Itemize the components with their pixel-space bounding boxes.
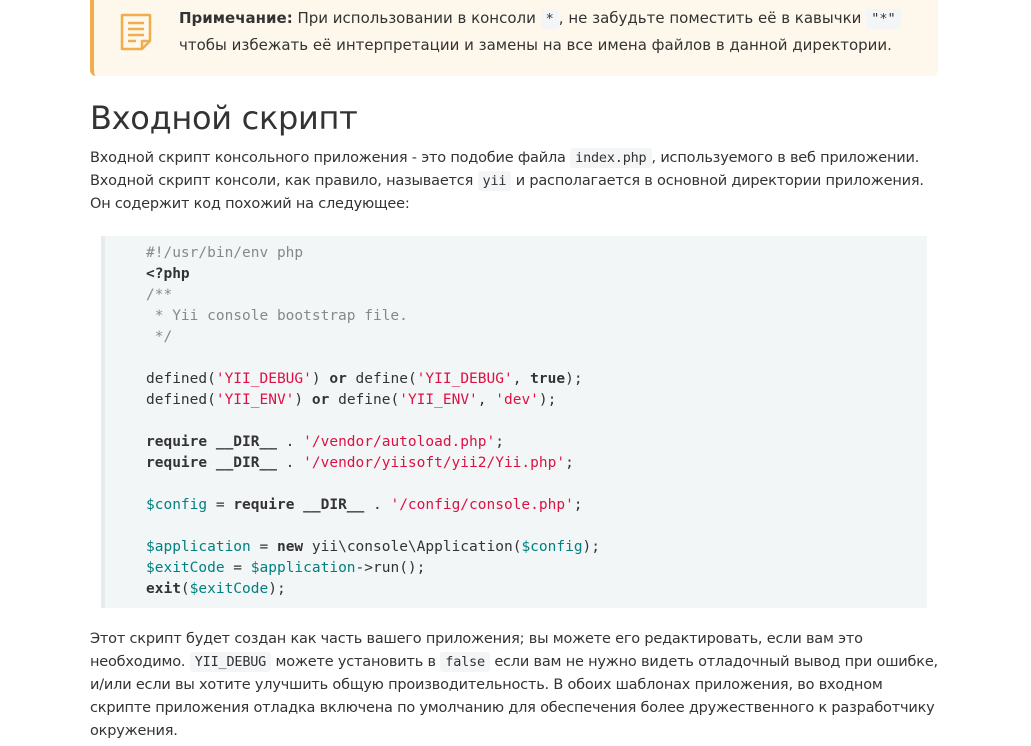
code-define-2: define: [338, 392, 391, 408]
code-str-yii-debug-2: 'YII_DEBUG': [416, 371, 513, 387]
code-require: require: [146, 434, 208, 450]
page: Примечание: При использовании в консоли …: [0, 0, 1031, 746]
code-define: define: [355, 371, 408, 387]
note-box: Примечание: При использовании в консоли …: [90, 0, 938, 76]
outro-code-false: false: [440, 652, 490, 672]
code-php-open: <?php: [146, 266, 190, 282]
code-str-autoload: '/vendor/autoload.php': [303, 434, 496, 450]
code-var-config-2: $config: [521, 539, 583, 555]
code-comment-start: /**: [146, 287, 173, 303]
code-true: true: [530, 371, 566, 387]
code-new: new: [276, 539, 304, 555]
note-text-after: чтобы избежать её интерпретации и замены…: [179, 36, 892, 54]
note-text: Примечание: При использовании в консоли …: [179, 5, 919, 58]
note-text-before: При использовании в консоли: [292, 9, 541, 27]
code-comment-body: * Yii console bootstrap file.: [146, 308, 408, 324]
code-block[interactable]: #!/usr/bin/env php <?php /** * Yii conso…: [101, 236, 927, 608]
code-require-3: require: [233, 497, 295, 513]
code-var-application: $application: [146, 539, 251, 555]
code-str-yii-debug: 'YII_DEBUG': [215, 371, 312, 387]
note-icon: [120, 13, 152, 51]
note-code-star: *: [540, 9, 559, 29]
code-content: #!/usr/bin/env php <?php /** * Yii conso…: [146, 245, 601, 597]
code-var-exitcode-2: $exitCode: [189, 581, 269, 597]
intro-paragraph: Входной скрипт консольного приложения - …: [90, 147, 940, 216]
code-var-exitcode: $exitCode: [146, 560, 225, 576]
code-dir-3: __DIR__: [303, 497, 365, 513]
note-label: Примечание:: [179, 9, 293, 27]
code-require-2: require: [146, 455, 208, 471]
code-dir: __DIR__: [215, 434, 277, 450]
code-exit: exit: [146, 581, 181, 597]
code-str-dev: 'dev': [495, 392, 539, 408]
outro-code-yii-debug: YII_DEBUG: [189, 652, 272, 672]
code-var-application-2: $application: [250, 560, 356, 576]
intro-code-yii: yii: [477, 171, 512, 191]
code-str-yii-env-2: 'YII_ENV': [399, 392, 478, 408]
section-title: Входной скрипт: [90, 99, 358, 137]
code-or: or: [329, 371, 347, 387]
note-text-middle: , не забудьте поместить её в кавычки: [558, 9, 867, 27]
intro-code-index-php: index.php: [570, 148, 652, 168]
intro-part1: Входной скрипт консольного приложения - …: [90, 150, 571, 166]
code-defined: defined: [146, 371, 208, 387]
code-shebang: #!/usr/bin/env php: [146, 245, 304, 261]
code-var-config: $config: [146, 497, 208, 513]
outro-part2: можете установить в: [271, 654, 441, 670]
outro-paragraph: Этот скрипт будет создан как часть вашег…: [90, 628, 940, 743]
code-str-config-path: '/config/console.php': [390, 497, 574, 513]
code-comment-end: */: [146, 329, 173, 345]
code-dir-2: __DIR__: [215, 455, 277, 471]
code-defined-2: defined: [146, 392, 208, 408]
code-or-2: or: [311, 392, 330, 408]
code-str-yii-php: '/vendor/yiisoft/yii2/Yii.php': [303, 455, 566, 471]
code-app-class: yii\console\Application: [311, 539, 513, 555]
code-str-yii-env: 'YII_ENV': [215, 392, 295, 408]
code-run: ->run();: [355, 560, 426, 576]
note-code-quoted-star: "*": [866, 9, 901, 29]
